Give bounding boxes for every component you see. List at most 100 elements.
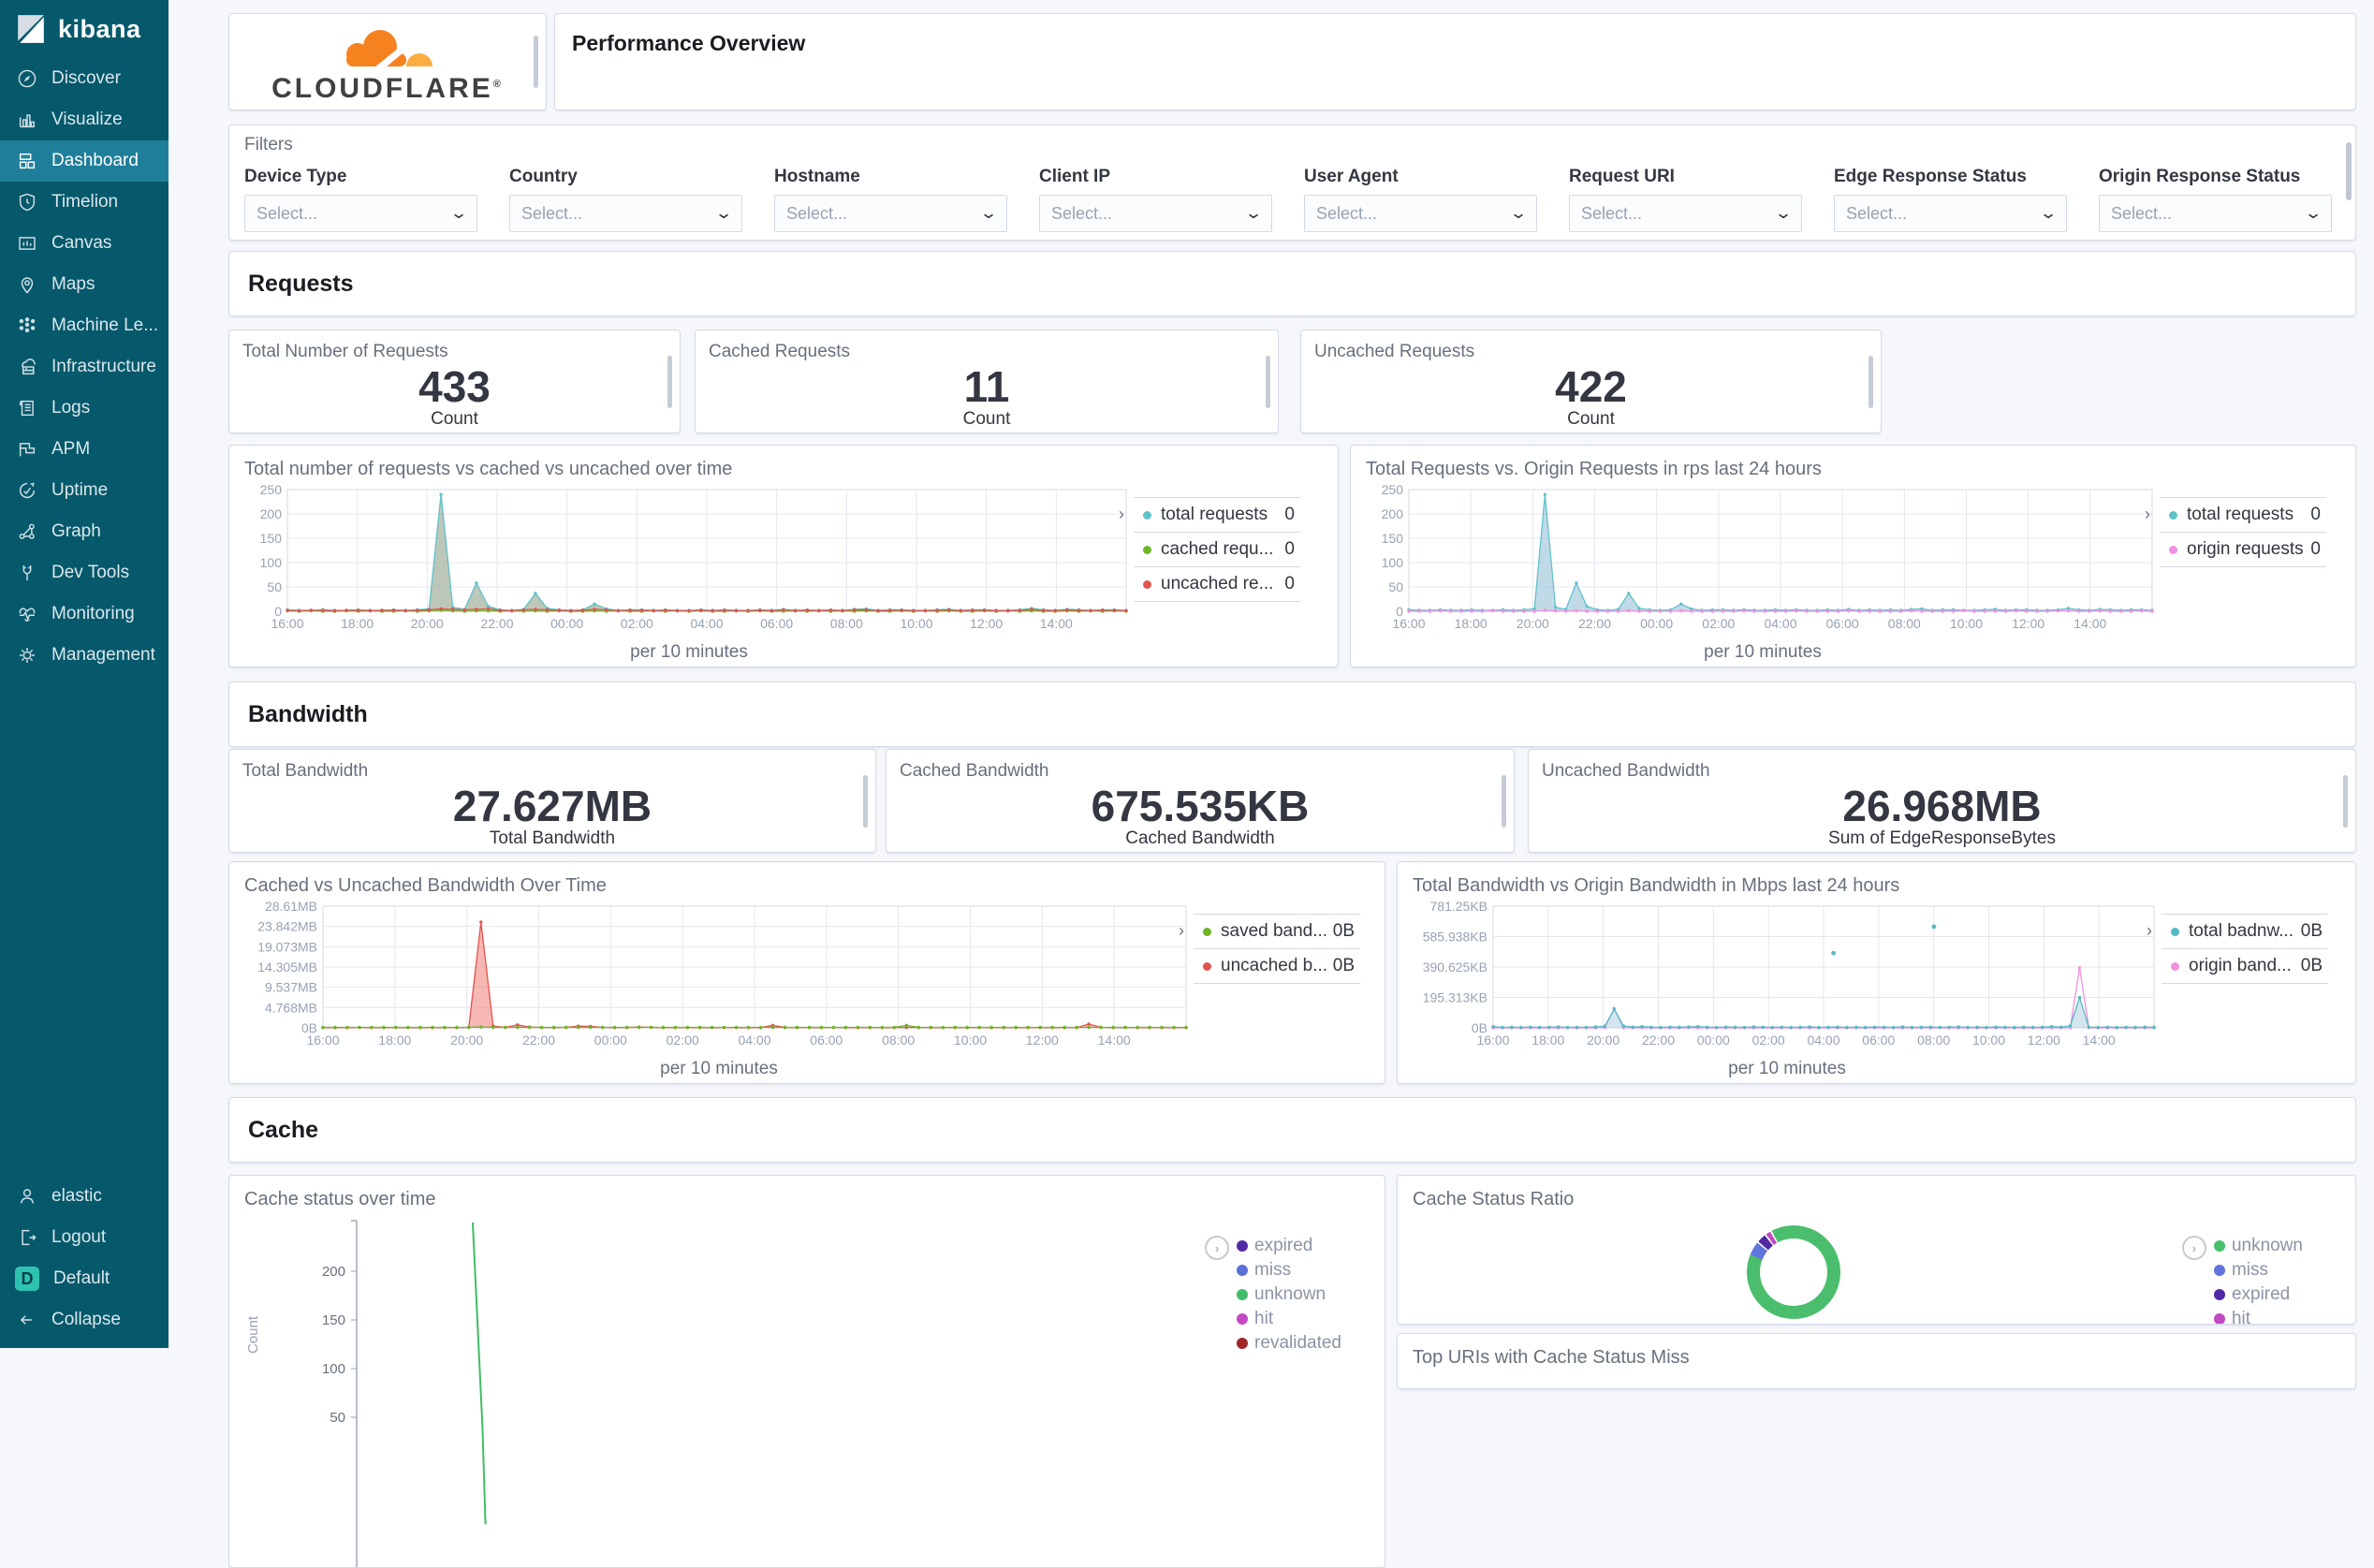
sidebar-item-monitoring[interactable]: Monitoring [0, 593, 169, 635]
sidebar-item-label: Logout [51, 1227, 107, 1247]
legend-item[interactable]: total badnw... 0B [2162, 914, 2328, 948]
legend-item[interactable]: hit [1237, 1307, 1341, 1331]
filter-select[interactable]: Select... ⌄ [2099, 195, 2332, 232]
sidebar-item-maps[interactable]: Maps [0, 264, 169, 305]
sidebar-item-management[interactable]: Management [0, 635, 169, 676]
x-axis-label: per 10 minutes [630, 642, 748, 662]
sidebar-item-discover[interactable]: Discover [0, 58, 169, 99]
svg-text:08:00: 08:00 [1917, 1033, 1950, 1048]
legend-item[interactable]: miss [1237, 1258, 1341, 1282]
legend-item[interactable]: expired [1237, 1234, 1341, 1258]
legend-item[interactable]: expired [2213, 1282, 2303, 1307]
legend-item[interactable]: revalidated [1237, 1331, 1341, 1356]
legend-expand-icon[interactable]: › [1205, 1236, 1230, 1260]
sidebar-item-logs[interactable]: Logs [0, 388, 169, 429]
filter-select[interactable]: Select... ⌄ [1039, 195, 1272, 232]
sidebar-item-apm[interactable]: APM [0, 429, 169, 470]
panel-scroll-thumb[interactable] [1266, 355, 1270, 408]
sidebar-item-visualize[interactable]: Visualize [0, 99, 169, 140]
chart-title: Top URIs with Cache Status Miss [1413, 1347, 1690, 1368]
filters-row: Device Type Select... ⌄ Country Select... ⌄ Ho… [244, 167, 2340, 232]
legend-item[interactable]: uncached b... 0B [1194, 948, 1360, 984]
filter-field-client-ip: Client IP Select... ⌄ [1039, 167, 1272, 232]
legend-item[interactable]: hit [2213, 1307, 2303, 1324]
sidebar-item-label: Maps [51, 274, 95, 294]
filter-select[interactable]: Select... ⌄ [244, 195, 477, 232]
sidebar-item-default[interactable]: D Default [0, 1258, 169, 1299]
legend-toggle-icon[interactable]: › [1119, 505, 1124, 524]
panel-scroll-thumb[interactable] [534, 36, 538, 88]
legend-item[interactable]: unknown [1237, 1282, 1341, 1307]
legend-items: expired miss unknown hit revalidated [1237, 1234, 1341, 1356]
rps-24h-chart[interactable]: 0 50 100 150 200 250 16:00 18:00 20:00 22:00 00:00… [1366, 482, 2160, 640]
filter-select[interactable]: Select... ⌄ [774, 195, 1007, 232]
metric-unit: Count [962, 409, 1011, 430]
svg-text:22:00: 22:00 [1642, 1033, 1675, 1048]
filter-label: Hostname [774, 167, 860, 186]
sidebar-item-graph[interactable]: Graph [0, 511, 169, 552]
legend-item[interactable]: origin requests 0 [2160, 532, 2326, 567]
legend-color-dot [2169, 510, 2177, 520]
panel-scroll-thumb[interactable] [667, 355, 672, 408]
filter-select[interactable]: Select... ⌄ [1304, 195, 1537, 232]
chevron-down-icon: ⌄ [1773, 204, 1793, 222]
metric-cached-requests: Cached Requests 11 Count [695, 330, 1279, 433]
legend-color-dot [1143, 545, 1151, 554]
sidebar-item-dashboard[interactable]: Dashboard [0, 140, 169, 182]
cloudflare-cloud-icon [317, 22, 458, 77]
filters-scroll-thumb[interactable] [2346, 142, 2352, 200]
sidebar-item-uptime[interactable]: Uptime [0, 470, 169, 511]
sidebar-item-label: Management [51, 645, 155, 665]
legend-item[interactable]: total requests 0 [2160, 497, 2326, 532]
sidebar-item-machine-le[interactable]: Machine Le... [0, 305, 169, 346]
page-title: Performance Overview [572, 31, 806, 55]
legend-item[interactable]: total requests 0 [1134, 497, 1300, 532]
requests-over-time-chart[interactable]: 0 50 100 150 200 250 16:00 18:00 20:00 22:00 00:00… [244, 482, 1134, 640]
filter-select[interactable]: Select... ⌄ [1569, 195, 1802, 232]
filter-label: Request URI [1569, 167, 1675, 186]
sidebar-item-label: Monitoring [51, 604, 135, 623]
sidebar-item-infrastructure[interactable]: Infrastructure [0, 346, 169, 388]
panel-scroll-thumb[interactable] [1502, 774, 1506, 828]
sidebar-item-timelion[interactable]: Timelion [0, 182, 169, 223]
legend-label: miss [2231, 1260, 2268, 1280]
svg-text:16:00: 16:00 [1392, 616, 1425, 631]
chevron-down-icon: ⌄ [978, 204, 998, 222]
legend-item[interactable]: origin band... 0B [2162, 948, 2328, 984]
legend-toggle-icon[interactable]: › [1179, 921, 1184, 941]
legend-expand-icon[interactable]: › [2181, 1236, 2206, 1260]
legend-toggle-icon[interactable]: › [2145, 505, 2150, 524]
logout-icon [17, 1227, 37, 1248]
legend-item[interactable]: unknown [2213, 1234, 2303, 1258]
filter-select[interactable]: Select... ⌄ [1834, 195, 2067, 232]
svg-text:14:00: 14:00 [1098, 1033, 1131, 1048]
cache-ratio-donut-chart[interactable] [1747, 1225, 1840, 1319]
cache-status-chart[interactable]: 200 150 100 50 Count [244, 1213, 1143, 1567]
svg-text:4.768MB: 4.768MB [265, 1000, 317, 1015]
sidebar-item-collapse[interactable]: Collapse [0, 1299, 169, 1341]
sidebar-item-canvas[interactable]: Canvas [0, 223, 169, 264]
legend-item[interactable]: saved band... 0B [1194, 914, 1360, 948]
bandwidth-vs-origin-chart[interactable]: 0B 195.313KB 390.625KB 585.938KB 781.25KB 16:… [1413, 899, 2162, 1057]
filter-select[interactable]: Select... ⌄ [509, 195, 742, 232]
legend-item[interactable]: uncached re... 0 [1134, 566, 1300, 602]
sidebar-item-label: Infrastructure [51, 357, 156, 376]
legend-toggle-icon[interactable]: › [2147, 921, 2152, 941]
kibana-logo-row[interactable]: kibana [0, 0, 169, 58]
bandwidth-over-time-chart[interactable]: 0B 4.768MB 9.537MB 14.305MB 19.073MB 23.842MB… [244, 899, 1194, 1057]
panel-scroll-thumb[interactable] [1868, 355, 1873, 408]
sidebar-item-logout[interactable]: Logout [0, 1217, 169, 1258]
legend-item[interactable]: cached requ... 0 [1134, 532, 1300, 566]
sidebar-item-elastic[interactable]: elastic [0, 1176, 169, 1217]
legend-label: unknown [1254, 1284, 1326, 1304]
panel-scroll-thumb[interactable] [2343, 774, 2348, 828]
chevron-down-icon: ⌄ [1243, 204, 1263, 222]
panel-scroll-thumb[interactable] [863, 774, 868, 828]
svg-text:781.25KB: 781.25KB [1430, 901, 1488, 914]
metric-value: 27.627MB [452, 782, 652, 830]
svg-text:14:00: 14:00 [2074, 616, 2106, 631]
sidebar-item-label: Machine Le... [51, 315, 159, 335]
filter-label: Device Type [244, 167, 347, 186]
sidebar-item-dev-tools[interactable]: Dev Tools [0, 552, 169, 593]
legend-item[interactable]: miss [2213, 1258, 2303, 1282]
